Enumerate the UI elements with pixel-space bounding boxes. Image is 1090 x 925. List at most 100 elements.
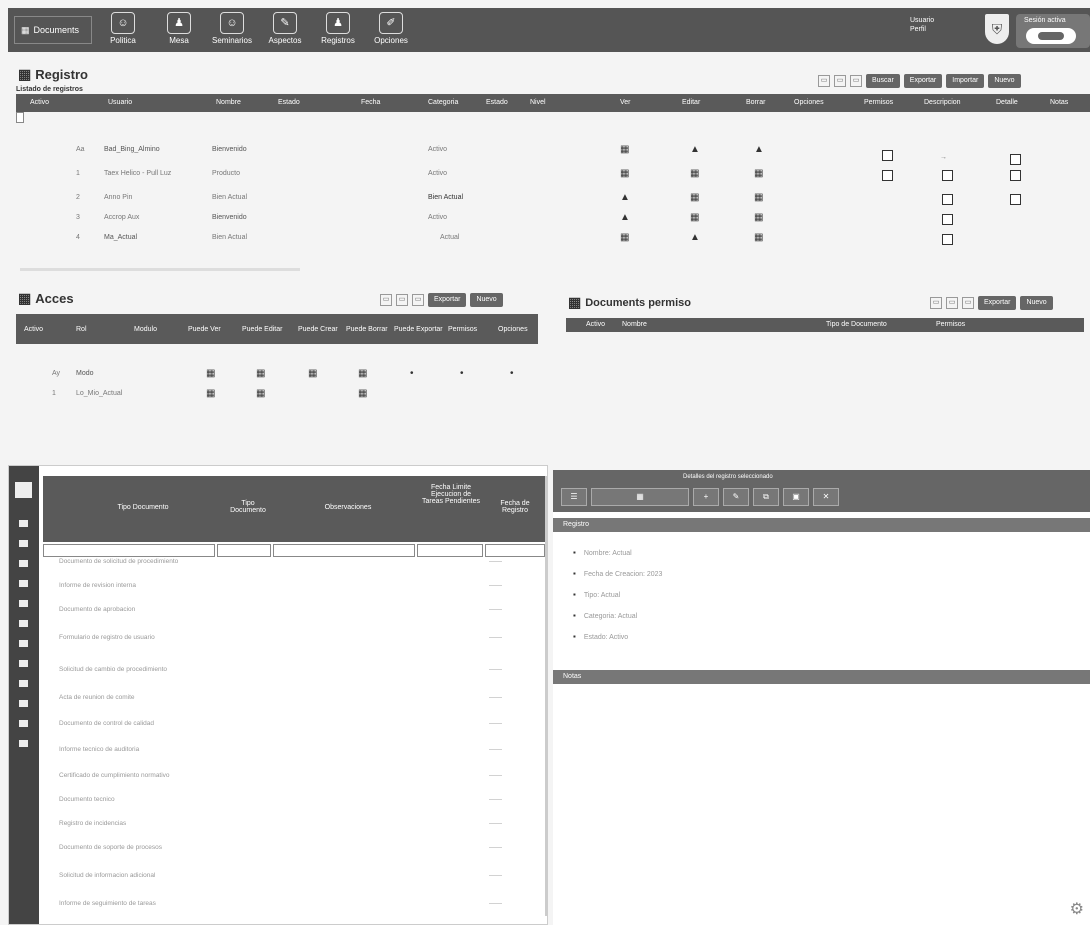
grid-icon[interactable]: ▦ — [206, 388, 215, 399]
settings-icon[interactable]: ▭ — [962, 297, 974, 309]
col-nivel[interactable]: Nivel — [530, 99, 546, 106]
list-item[interactable]: ▪ Fecha de Creacion: 2023 — [573, 569, 662, 590]
grid-icon[interactable]: ▦ — [206, 368, 215, 379]
filter-input[interactable] — [485, 544, 545, 557]
grid-icon[interactable]: ▦ — [358, 388, 367, 399]
export-button[interactable]: Exportar — [428, 293, 467, 307]
checkbox[interactable] — [882, 170, 893, 181]
sidebar-item-icon[interactable] — [19, 540, 28, 547]
col-modulo[interactable]: Modulo — [134, 326, 157, 333]
checkbox[interactable] — [942, 194, 953, 205]
checkbox[interactable] — [942, 214, 953, 225]
import-button[interactable]: Importar — [946, 74, 985, 88]
session-box[interactable]: Sesión activa — [1016, 14, 1090, 48]
new-button[interactable]: Nuevo — [470, 293, 503, 307]
filter-input[interactable] — [273, 544, 415, 557]
grid-icon[interactable]: ▦ — [256, 388, 265, 399]
view-icon[interactable]: ▲ — [620, 192, 630, 203]
sidebar-item-icon[interactable] — [19, 700, 28, 707]
print-icon[interactable]: ▭ — [834, 75, 846, 87]
edit-icon[interactable]: ▦ — [690, 192, 699, 203]
new-button[interactable]: Nuevo — [1020, 296, 1053, 310]
checkbox[interactable] — [942, 170, 953, 181]
col-activo[interactable]: Activo — [586, 321, 605, 328]
col-usuario[interactable]: Usuario — [108, 99, 132, 106]
settings-icon[interactable]: ▭ — [850, 75, 862, 87]
delete-icon[interactable]: ▦ — [754, 192, 763, 203]
col-permisos[interactable]: Permisos — [936, 321, 965, 328]
home-button[interactable]: ▦ Documents — [14, 16, 92, 44]
delete-icon[interactable]: ▦ — [754, 212, 763, 223]
checkbox[interactable] — [1010, 194, 1021, 205]
document-button[interactable]: ▦ — [591, 488, 689, 506]
export-button[interactable]: Exportar — [903, 74, 943, 88]
delete-icon[interactable]: ▲ — [754, 144, 764, 155]
filter-input[interactable] — [43, 544, 215, 557]
view-icon[interactable]: ▦ — [620, 232, 629, 243]
grid-icon[interactable]: ▦ — [358, 368, 367, 379]
sidebar-logo-icon[interactable] — [15, 482, 32, 498]
delete-icon[interactable]: ▦ — [754, 232, 763, 243]
menu-icon[interactable]: ☰ — [561, 488, 587, 506]
col-puede-editar[interactable]: Puede Editar — [242, 326, 282, 333]
sidebar-item-icon[interactable] — [19, 520, 28, 527]
select-all-checkbox[interactable] — [16, 112, 24, 123]
search-button[interactable]: Buscar — [866, 74, 900, 88]
row-usuario[interactable]: Taex Helico - Pull Luz — [104, 170, 171, 177]
edit-icon[interactable]: ▦ — [690, 168, 699, 179]
print-icon[interactable]: ▭ — [946, 297, 958, 309]
nav-opciones[interactable]: ✐ Opciones — [366, 10, 416, 50]
copy-icon[interactable]: ▭ — [380, 294, 392, 306]
col-observaciones[interactable]: Observaciones — [283, 504, 413, 511]
col-fecha[interactable]: Fecha — [361, 99, 380, 106]
delete-icon[interactable]: ✕ — [813, 488, 839, 506]
col-categoria[interactable]: Categoria — [428, 99, 458, 106]
row-rol[interactable]: Lo_Mio_Actual — [76, 390, 122, 397]
row-usuario[interactable]: Bad_Bing_Almino — [104, 146, 160, 153]
col-puede-borrar[interactable]: Puede Borrar — [346, 326, 388, 333]
col-fecha-registro[interactable]: Fecha de Registro — [487, 500, 543, 514]
grid-icon[interactable]: ▦ — [256, 368, 265, 379]
section-bar-notas[interactable]: Notas — [553, 670, 1090, 684]
sidebar-item-icon[interactable] — [19, 680, 28, 687]
horizontal-scrollbar[interactable] — [20, 268, 300, 271]
view-icon[interactable]: ▦ — [620, 168, 629, 179]
col-activo[interactable]: Activo — [24, 326, 43, 333]
col-notas[interactable]: Notas — [1050, 99, 1068, 106]
col-opciones[interactable]: Opciones — [794, 99, 824, 106]
copy-icon[interactable]: ▭ — [930, 297, 942, 309]
list-item[interactable]: ▪ Nombre: Actual — [573, 548, 662, 569]
dot-icon[interactable]: • — [460, 368, 464, 379]
copy-icon[interactable]: ⧉ — [753, 488, 779, 506]
col-nombre[interactable]: Nombre — [622, 321, 647, 328]
dot-icon[interactable]: • — [410, 368, 414, 379]
sidebar-item-icon[interactable] — [19, 600, 28, 607]
delete-icon[interactable]: ▦ — [754, 168, 763, 179]
col-permisos[interactable]: Permisos — [864, 99, 893, 106]
nav-registros[interactable]: ♟ Registros — [312, 10, 364, 50]
col-rol[interactable]: Rol — [76, 326, 87, 333]
filter-input[interactable] — [417, 544, 483, 557]
print-icon[interactable]: ▭ — [396, 294, 408, 306]
sidebar-item-icon[interactable] — [19, 620, 28, 627]
col-estado2[interactable]: Estado — [486, 99, 508, 106]
dot-icon[interactable]: • — [510, 368, 514, 379]
sidebar-item-icon[interactable] — [19, 720, 28, 727]
col-tipo-documento[interactable]: Tipo Documento — [63, 504, 223, 511]
copy-icon[interactable]: ▭ — [818, 75, 830, 87]
col-nombre[interactable]: Nombre — [216, 99, 241, 106]
col-estado[interactable]: Estado — [278, 99, 300, 106]
col-puede-ver[interactable]: Puede Ver — [188, 326, 221, 333]
settings-icon[interactable]: ⚙ — [1070, 899, 1084, 919]
col-descripcion[interactable]: Descripcion — [924, 99, 961, 106]
vertical-scrollbar[interactable] — [545, 476, 548, 916]
sidebar-item-icon[interactable] — [19, 560, 28, 567]
col-ver[interactable]: Ver — [620, 99, 631, 106]
filter-input[interactable] — [217, 544, 271, 557]
col-detalle[interactable]: Detalle — [996, 99, 1018, 106]
settings-icon[interactable]: ▭ — [412, 294, 424, 306]
sidebar-item-icon[interactable] — [19, 660, 28, 667]
edit-icon[interactable]: ▲ — [690, 232, 700, 243]
list-item[interactable]: ▪ Tipo: Actual — [573, 590, 662, 611]
col-permisos[interactable]: Permisos — [448, 326, 477, 333]
